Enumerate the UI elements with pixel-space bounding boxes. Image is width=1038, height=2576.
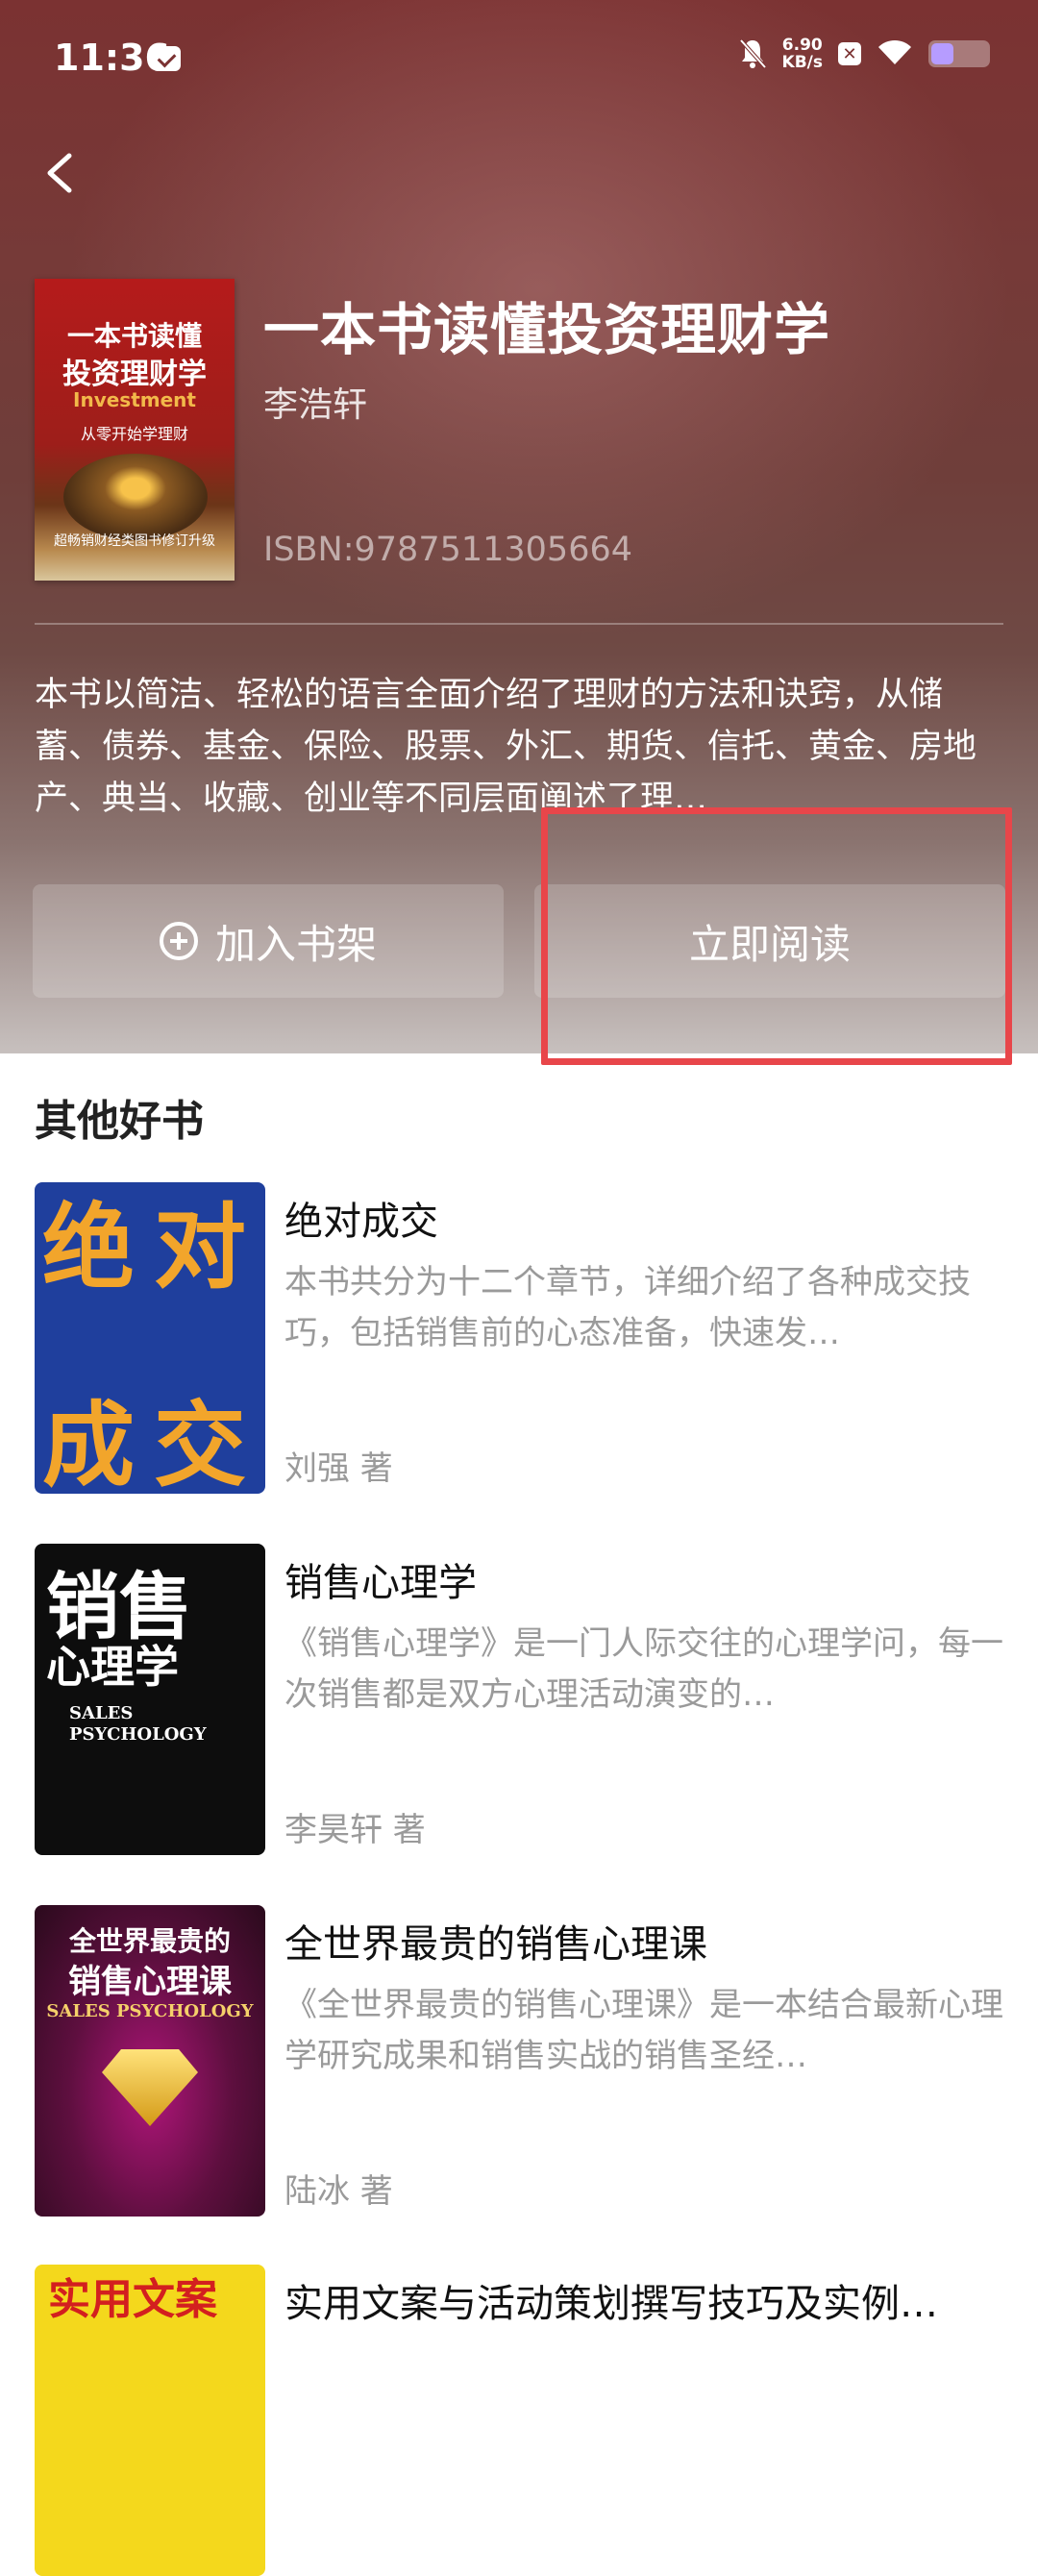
item-description: 《销售心理学》是一门人际交往的心理学问，每一次销售都是双方心理活动演变的… bbox=[284, 1624, 1003, 1714]
item-description: 本书共分为十二个章节，详细介绍了各种成交技巧，包括销售前的心态准备，快速发… bbox=[284, 1263, 971, 1352]
chevron-left-icon bbox=[47, 153, 72, 193]
plus-circle-icon bbox=[159, 922, 198, 960]
item-description: 《全世界最贵的销售心理课》是一本结合最新心理学研究成果和销售实战的销售圣经… bbox=[284, 1986, 1003, 2075]
book-title: 一本书读懂投资理财学 bbox=[263, 297, 831, 362]
battery-icon bbox=[928, 40, 990, 67]
item-title: 绝对成交 bbox=[284, 1200, 438, 1244]
network-speed-value: 6.90 bbox=[781, 36, 823, 55]
cover-line-5: 超畅销财经类图书修订升级 bbox=[54, 533, 215, 549]
cover-line-3: Investment bbox=[73, 388, 196, 411]
thumb-text: 对 bbox=[154, 1193, 246, 1301]
list-item[interactable]: 实用文案 实用文案与活动策划撰写技巧及实例… bbox=[35, 2265, 1005, 2576]
item-author: 刘强 著 bbox=[284, 1449, 393, 1488]
book-thumbnail: 销售 心理学 SALES PSYCHOLOGY bbox=[35, 1544, 265, 1855]
add-to-shelf-button[interactable]: 加入书架 bbox=[33, 884, 504, 998]
thumb-text: 心理学 bbox=[46, 1641, 179, 1693]
book-thumbnail: 全世界最贵的 销售心理课 SALES PSYCHOLOGY bbox=[35, 1905, 265, 2217]
divider bbox=[35, 623, 1003, 625]
thumb-text: 实用文案 bbox=[48, 2275, 217, 2324]
book-cover: 一本书读懂 投资理财学 Investment 从零开始学理财 超畅销财经类图书修… bbox=[35, 279, 235, 581]
highlight-box bbox=[541, 807, 1012, 1065]
add-to-shelf-label: 加入书架 bbox=[214, 920, 377, 968]
thumb-text: 成 bbox=[42, 1391, 135, 1494]
wifi-icon bbox=[877, 37, 913, 70]
section-title: 其他好书 bbox=[35, 1097, 204, 1146]
cover-line-1: 一本书读懂 bbox=[66, 320, 202, 352]
list-item[interactable]: 销售 心理学 SALES PSYCHOLOGY 销售心理学 《销售心理学》是一门… bbox=[35, 1544, 1005, 1855]
thumb-text: 销售心理课 bbox=[68, 1963, 232, 2001]
cover-line-2: 投资理财学 bbox=[62, 358, 207, 391]
list-item[interactable]: 全世界最贵的 销售心理课 SALES PSYCHOLOGY 全世界最贵的销售心理… bbox=[35, 1905, 1005, 2217]
thumb-text: 绝 bbox=[42, 1193, 135, 1301]
message-notification-icon bbox=[152, 46, 181, 71]
thumb-text: SALES PSYCHOLOGY bbox=[69, 1703, 207, 1745]
thumb-text: 交 bbox=[154, 1391, 246, 1494]
network-speed: 6.90 KB/s bbox=[782, 37, 823, 71]
network-speed-unit: KB/s bbox=[781, 53, 823, 72]
book-author: 李浩轩 bbox=[263, 385, 368, 425]
cover-nest-image bbox=[63, 454, 208, 540]
cover-line-4: 从零开始学理财 bbox=[80, 425, 188, 443]
thumb-text: 全世界最贵的 bbox=[68, 1925, 231, 1957]
thumb-text: SALES PSYCHOLOGY bbox=[46, 2001, 254, 2021]
battery-level bbox=[931, 43, 954, 64]
item-title: 销售心理学 bbox=[284, 1561, 477, 1605]
book-description: 本书以简洁、轻松的语言全面介绍了理财的方法和诀窍，从储蓄、债券、基金、保险、股票… bbox=[35, 676, 977, 818]
book-thumbnail: 实用文案 bbox=[35, 2265, 265, 2576]
item-title: 全世界最贵的销售心理课 bbox=[284, 1922, 707, 1967]
book-isbn: ISBN:9787511305664 bbox=[263, 531, 633, 569]
diamond-image bbox=[102, 2049, 198, 2126]
book-thumbnail: 绝 对 成 交 bbox=[35, 1182, 265, 1494]
item-author: 李昊轩 著 bbox=[284, 1811, 426, 1849]
mute-icon bbox=[738, 37, 767, 70]
item-title: 实用文案与活动策划撰写技巧及实例… bbox=[284, 2282, 938, 2326]
close-box-icon: ✕ bbox=[838, 42, 861, 65]
status-bar: 11:36 6.90 KB/s ✕ bbox=[0, 0, 1038, 115]
list-item[interactable]: 绝 对 成 交 绝对成交 本书共分为十二个章节，详细介绍了各种成交技巧，包括销售… bbox=[35, 1182, 1005, 1494]
back-button[interactable] bbox=[38, 144, 86, 202]
item-author: 陆冰 著 bbox=[284, 2172, 393, 2211]
